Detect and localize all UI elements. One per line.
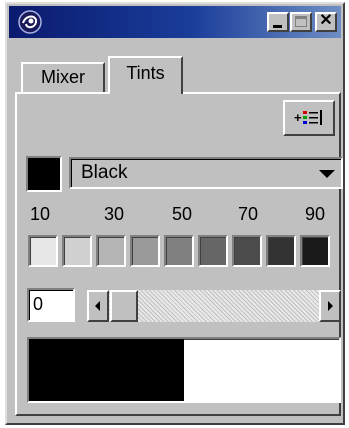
tint-preview — [27, 337, 341, 403]
tint-slider-thumb[interactable] — [110, 290, 138, 322]
slider-left-button[interactable] — [87, 290, 109, 322]
tint-swatch[interactable] — [96, 235, 126, 267]
tint-label-30: 30 — [104, 204, 125, 224]
add-swatch-list-icon: + — [294, 110, 322, 125]
tint-swatch[interactable] — [62, 235, 92, 267]
close-button[interactable]: ✕ — [315, 12, 337, 32]
tint-swatch[interactable] — [164, 235, 194, 267]
chevron-down-icon[interactable] — [319, 170, 335, 178]
tint-swatch[interactable] — [300, 235, 330, 267]
tint-swatch[interactable] — [232, 235, 262, 267]
arrow-right-icon — [328, 301, 333, 311]
color-select[interactable]: Black — [69, 157, 343, 189]
close-icon: ✕ — [319, 12, 333, 29]
tint-label-50: 50 — [172, 204, 193, 224]
tint-label-90: 90 — [305, 204, 326, 224]
minimize-icon — [273, 25, 282, 28]
tint-label-70: 70 — [238, 204, 259, 224]
tint-swatch[interactable] — [28, 235, 58, 267]
minimize-button[interactable] — [267, 12, 289, 32]
tab-mixer[interactable]: Mixer — [21, 62, 105, 92]
title-bar[interactable]: ✕ — [9, 6, 341, 38]
maximize-button[interactable] — [290, 12, 312, 32]
arrow-left-icon — [95, 301, 100, 311]
slider-right-button[interactable] — [319, 290, 341, 322]
tint-label-10: 10 — [30, 204, 51, 224]
add-swatch-button[interactable]: + — [283, 100, 335, 136]
tab-mixer-label: Mixer — [41, 67, 85, 87]
tab-tints[interactable]: Tints — [108, 56, 183, 94]
preview-original-color — [29, 339, 184, 401]
tint-swatch[interactable] — [266, 235, 296, 267]
tint-value-field[interactable]: 0 — [27, 288, 75, 322]
color-select-value: Black — [81, 162, 128, 183]
svg-text:+: + — [294, 110, 302, 125]
maximize-icon — [295, 16, 307, 27]
tab-tints-label: Tints — [126, 63, 165, 83]
app-logo-icon — [18, 10, 42, 34]
current-color-swatch[interactable] — [26, 156, 62, 192]
tint-swatch[interactable] — [130, 235, 160, 267]
tint-swatch[interactable] — [198, 235, 228, 267]
